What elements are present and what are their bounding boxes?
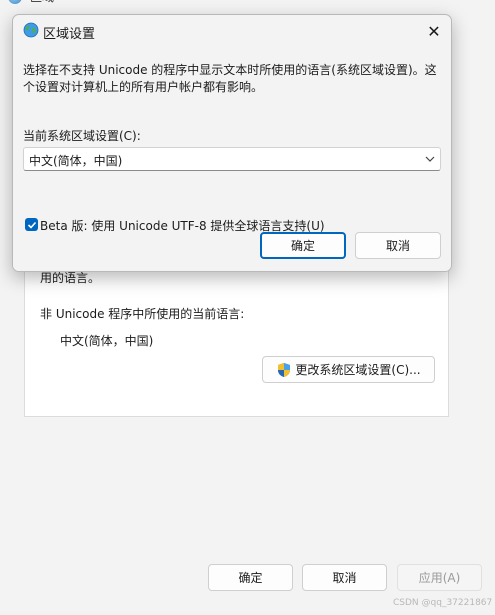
non-unicode-value: 中文(简体，中国) [60,334,154,348]
non-unicode-label: 非 Unicode 程序中所使用的当前语言: [40,307,245,321]
dialog-close-icon[interactable]: ✕ [419,19,449,43]
globe-icon [23,22,39,38]
beta-utf8-checkbox[interactable] [25,218,38,231]
ok-button[interactable]: 确定 [208,564,293,591]
change-system-locale-label: 更改系统区域设置(C)... [295,363,421,377]
dialog-description: 选择在不支持 Unicode 的程序中显示文本时所使用的语言(系统区域设置)。这… [23,63,437,94]
checkmark-icon [27,221,36,229]
chevron-down-icon [425,156,435,162]
system-locale-select[interactable]: 中文(简体，中国) [23,147,441,171]
region-window-title: 区域 [30,0,54,5]
watermark: CSDN @qq_37221867 [393,598,493,608]
dialog-cancel-button[interactable]: 取消 [355,232,441,259]
uac-shield-icon [278,362,291,377]
system-locale-label: 当前系统区域设置(C): [23,129,141,143]
cancel-button[interactable]: 取消 [302,564,387,591]
dialog-ok-button[interactable]: 确定 [260,232,346,259]
region-window-titlebar: 区域 ✕ [0,0,495,12]
dialog-titlebar: 区域设置 ✕ [13,15,451,47]
change-system-locale-button[interactable]: 更改系统区域设置(C)... [262,356,435,383]
region-window-close-icon[interactable]: ✕ [462,0,486,4]
region-settings-dialog: 区域设置 ✕ 选择在不支持 Unicode 的程序中显示文本时所使用的语言(系统… [12,14,452,272]
system-locale-value: 中文(简体，中国) [29,154,123,168]
apply-button[interactable]: 应用(A) [397,564,482,591]
dialog-body: 选择在不支持 Unicode 的程序中显示文本时所使用的语言(系统区域设置)。这… [13,47,451,271]
dialog-title: 区域设置 [43,27,96,42]
region-app-icon [8,0,22,4]
